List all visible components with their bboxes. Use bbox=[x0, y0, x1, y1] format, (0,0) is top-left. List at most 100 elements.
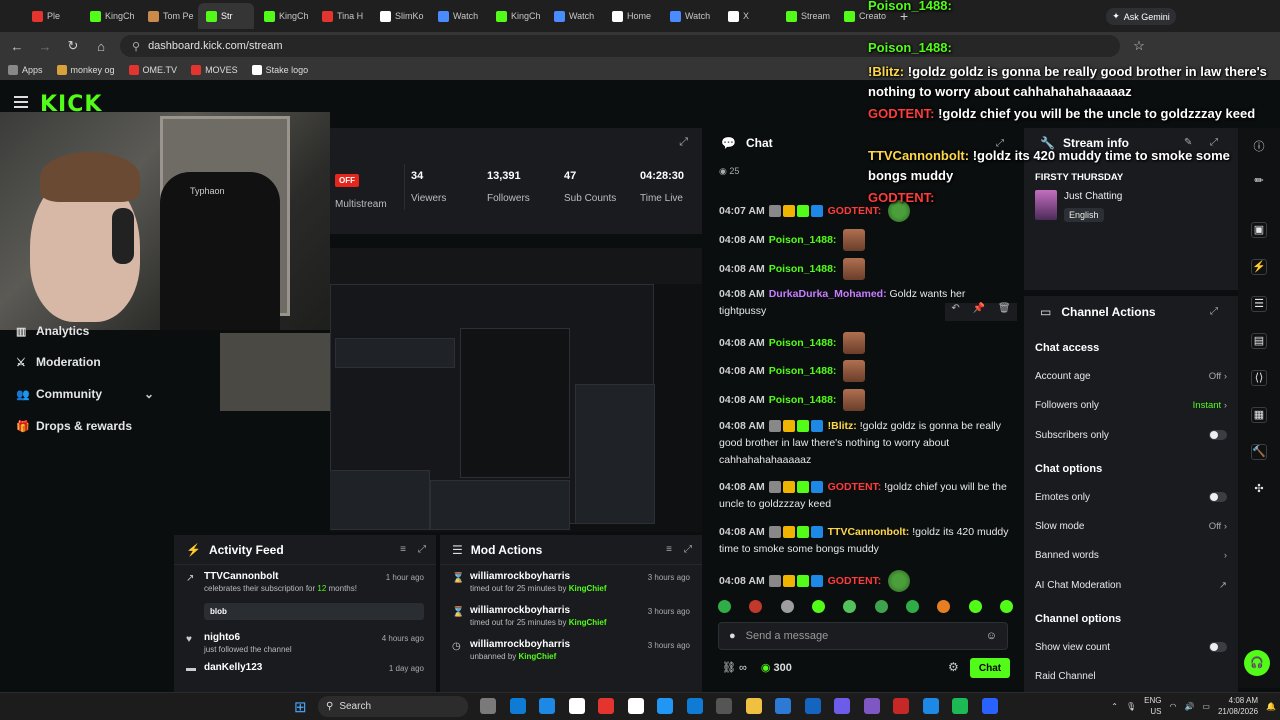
taskbar-app-icon[interactable] bbox=[598, 698, 614, 714]
battery-icon[interactable]: ▭ bbox=[1202, 702, 1210, 711]
taskbar-app-icon[interactable] bbox=[745, 698, 762, 714]
quick-emote-icon[interactable] bbox=[718, 600, 731, 613]
quick-emote-icon[interactable] bbox=[937, 600, 951, 613]
chat-message[interactable]: 04:08 AM Poison_1488: bbox=[719, 258, 1009, 280]
taskbar-app-icon[interactable] bbox=[775, 698, 791, 714]
layout-icon[interactable]: ▣ bbox=[1251, 222, 1267, 238]
plugin-icon[interactable]: ✣ bbox=[1251, 482, 1267, 498]
code-icon[interactable]: ⟨⟩ bbox=[1251, 370, 1267, 386]
mic-icon[interactable]: 🎙 bbox=[1126, 702, 1136, 711]
sidebar-item-community[interactable]: 👥 Community ⌄ bbox=[0, 378, 170, 410]
taskbar-app-icon[interactable] bbox=[509, 698, 526, 714]
ai-moderation-row[interactable]: AI Chat Moderation ↗ bbox=[1035, 575, 1227, 595]
taskbar-app-icon[interactable] bbox=[922, 698, 939, 714]
browser-tab[interactable]: Tom Pe bbox=[140, 3, 196, 29]
quick-emote-icon[interactable] bbox=[999, 600, 1013, 613]
quick-emote-icon[interactable] bbox=[811, 600, 825, 613]
chat-icon[interactable]: ▤ bbox=[1251, 333, 1267, 349]
chat-message[interactable]: 04:08 AM Poison_1488: bbox=[719, 389, 1009, 411]
chat-message[interactable]: 04:08 AM Poison_1488: bbox=[719, 229, 1009, 251]
chat-message[interactable]: 04:08 AM TTVCannonbolt: !goldz its 420 m… bbox=[719, 524, 1009, 558]
browser-tab[interactable]: KingCh bbox=[256, 3, 312, 29]
volume-icon[interactable]: 🔊 bbox=[1184, 702, 1194, 711]
site-info-icon[interactable]: ⚲ bbox=[132, 40, 140, 53]
taskbar-app-icon[interactable] bbox=[686, 698, 703, 714]
subscribers-only-toggle[interactable] bbox=[1209, 430, 1227, 440]
multistream-stat[interactable]: OFF Multistream bbox=[335, 172, 387, 210]
gavel-icon[interactable]: 🔨 bbox=[1251, 444, 1267, 460]
taskbar-app-icon[interactable] bbox=[716, 698, 732, 714]
taskbar-app-icon[interactable] bbox=[863, 698, 880, 714]
filter-icon[interactable]: ≡ bbox=[400, 544, 406, 555]
taskbar-app-icon[interactable] bbox=[657, 698, 673, 714]
raid-channel-row[interactable]: Raid Channel bbox=[1035, 666, 1227, 686]
browser-tab[interactable]: Str bbox=[198, 3, 254, 29]
expand-icon[interactable]: ⤢ bbox=[418, 544, 426, 555]
chat-settings-icon[interactable]: ⚙ bbox=[948, 660, 959, 674]
support-icon[interactable]: 🎧 bbox=[1244, 650, 1270, 676]
quick-emote-icon[interactable] bbox=[749, 600, 763, 613]
taskbar-app-icon[interactable] bbox=[981, 698, 998, 714]
bookmark-item[interactable]: Stake logo bbox=[251, 65, 308, 75]
sidebar-item-moderation[interactable]: ⚔ Moderation bbox=[0, 346, 170, 378]
back-icon[interactable]: ← bbox=[8, 39, 26, 54]
chat-message[interactable]: 04:08 AM Poison_1488: bbox=[719, 360, 1009, 382]
list-icon[interactable]: ☰ bbox=[1251, 296, 1267, 312]
browser-tab[interactable]: SlimKo bbox=[372, 3, 428, 29]
taskbar-app-icon[interactable] bbox=[568, 698, 585, 714]
chat-message[interactable]: 04:08 AM Poison_1488: bbox=[719, 332, 1009, 354]
browser-tab[interactable]: Tina H bbox=[314, 3, 370, 29]
quick-emote-icon[interactable] bbox=[780, 600, 794, 613]
taskbar-app-icon[interactable] bbox=[480, 698, 496, 714]
stream-preview[interactable] bbox=[330, 248, 702, 532]
delete-icon[interactable]: 🗑 bbox=[998, 303, 1011, 321]
browser-tab[interactable]: Home bbox=[604, 3, 660, 29]
taskbar-app-icon[interactable] bbox=[834, 698, 850, 714]
browser-tab[interactable]: Watch bbox=[546, 3, 602, 29]
quick-emote-icon[interactable] bbox=[905, 600, 919, 613]
menu-icon[interactable] bbox=[14, 96, 28, 111]
browser-tab[interactable]: X bbox=[720, 3, 776, 29]
slow-mode-row[interactable]: Slow mode Off › bbox=[1035, 516, 1227, 536]
browser-tab[interactable]: Watch bbox=[430, 3, 486, 29]
pin-icon[interactable]: 📌 bbox=[973, 303, 985, 321]
browser-tab[interactable]: KingCh bbox=[82, 3, 138, 29]
taskbar-search[interactable]: ⚲ Search bbox=[318, 696, 468, 717]
chat-message[interactable]: 04:08 AM !Blitz: !goldz goldz is gonna b… bbox=[719, 418, 1009, 469]
send-chat-button[interactable]: Chat bbox=[970, 658, 1010, 678]
taskbar-app-icon[interactable] bbox=[893, 698, 909, 714]
chevron-up-icon[interactable]: ⌃ bbox=[1111, 702, 1118, 711]
chat-message[interactable]: 04:08 AM GODTENT: !goldz chief you will … bbox=[719, 479, 1009, 513]
taskbar-app-icon[interactable] bbox=[539, 698, 555, 714]
bolt-icon[interactable]: ⚡ bbox=[1251, 259, 1267, 275]
bookmark-item[interactable]: MOVES bbox=[191, 65, 238, 75]
chat-message[interactable]: 04:08 AM GODTENT: bbox=[719, 570, 1009, 592]
quick-emote-icon[interactable] bbox=[843, 600, 857, 613]
bookmark-item[interactable]: OME.TV bbox=[128, 65, 177, 75]
taskbar-app-icon[interactable] bbox=[952, 698, 968, 714]
filter-icon[interactable]: ≡ bbox=[666, 544, 672, 555]
taskbar-app-icon[interactable] bbox=[627, 698, 644, 714]
quick-emote-icon[interactable] bbox=[968, 600, 982, 613]
expand-icon[interactable]: ⤢ bbox=[1210, 306, 1218, 317]
show-view-count-toggle[interactable] bbox=[1209, 642, 1227, 652]
expand-icon[interactable]: ⤢ bbox=[684, 544, 692, 555]
expand-icon[interactable]: ⤢ bbox=[679, 136, 688, 149]
taskbar-app-icon[interactable] bbox=[804, 698, 821, 714]
bookmark-item[interactable]: monkey og bbox=[56, 65, 115, 75]
wifi-icon[interactable]: ◠ bbox=[1169, 702, 1176, 711]
reply-icon[interactable]: ↶ bbox=[951, 303, 959, 321]
forward-icon[interactable]: → bbox=[36, 39, 54, 54]
notification-icon[interactable]: 🔔 bbox=[1266, 702, 1276, 711]
sidebar-item-analytics[interactable]: ▥ Analytics bbox=[0, 316, 170, 346]
reload-icon[interactable]: ↻ bbox=[64, 38, 82, 54]
browser-tab[interactable]: Watch bbox=[662, 3, 718, 29]
smiley-icon[interactable]: ☺ bbox=[986, 630, 997, 642]
browser-tab[interactable]: KingCh bbox=[488, 3, 544, 29]
browser-tab[interactable]: Ple bbox=[24, 3, 80, 29]
bookmark-item[interactable]: Apps bbox=[8, 65, 43, 75]
channel-points[interactable]: ◉ 300 bbox=[761, 661, 792, 674]
panel-icon[interactable]: ▦ bbox=[1251, 407, 1267, 423]
followers-only-row[interactable]: Followers only Instant › bbox=[1035, 395, 1227, 415]
chain-icon[interactable]: ⛓ ∞ bbox=[722, 661, 747, 674]
